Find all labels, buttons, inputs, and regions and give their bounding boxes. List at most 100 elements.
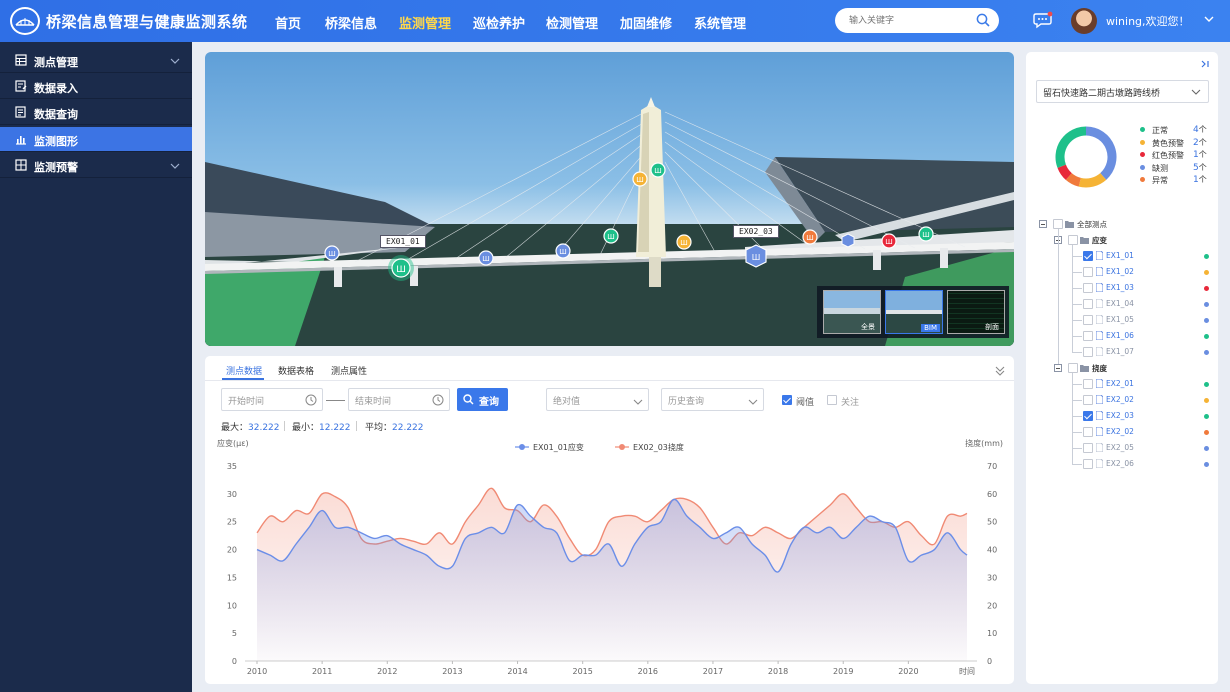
divider [284,421,285,431]
chevron-down-icon[interactable] [170,161,180,172]
tree-checkbox[interactable] [1083,315,1093,325]
marker-label: EX01_01 [380,235,426,248]
sensor-marker[interactable]: Ш [881,233,897,249]
top-bar: 桥梁信息管理与健康监测系统 首页 桥梁信息 监测管理 巡检养护 检测管理 加固维… [0,0,1230,42]
tree-checkbox[interactable] [1068,363,1078,373]
x-tick-label: 2015 [573,667,593,676]
tab-point-attributes[interactable]: 测点属性 [331,364,367,377]
nav-item-repair[interactable]: 加固维修 [620,13,672,32]
legend-label: EX02_03挠度 [633,442,684,452]
tree-connector [1072,288,1082,289]
chevron-down-icon [748,397,758,408]
sensor-marker[interactable]: Ш [918,226,934,242]
nav-item-monitoring[interactable]: 监测管理 [399,13,451,32]
follow-checkbox[interactable] [827,395,837,405]
search-input[interactable] [849,12,969,29]
svg-text:Ш: Ш [752,253,761,262]
tree-collapse-toggle[interactable] [1039,220,1047,228]
sensor-marker[interactable]: Ш [324,245,340,261]
sensor-marker[interactable]: Ш [745,244,767,268]
legend-count: 2个 [1193,137,1207,148]
bridge-3d-view[interactable]: Ш Ш Ш Ш Ш Ш Ш Ш Ш Ш Ш Ш EX01_01 EX02_03 … [205,52,1014,346]
legend-label: 异常 [1152,176,1168,185]
tree-collapse-toggle[interactable] [1054,364,1062,372]
message-icon[interactable] [1033,11,1053,32]
tree-connector [1072,416,1082,417]
tree-checkbox[interactable] [1083,395,1093,405]
tree-checkbox[interactable] [1083,411,1093,421]
tree-checkbox[interactable] [1083,427,1093,437]
sidebar-item-monitoring-alarm[interactable]: 监测预警 [0,153,192,178]
sidebar-item-point-management[interactable]: 测点管理 [0,48,192,73]
value-type-select[interactable]: 绝对值 [546,388,649,411]
bridge-select[interactable]: 留石快速路二期古墩路跨线桥 [1036,80,1209,103]
sensor-marker[interactable]: Ш [632,171,648,187]
user-greeting[interactable]: wining,欢迎您！ [1106,13,1190,29]
tree-checkbox[interactable] [1083,443,1093,453]
sidebar-item-label: 监测预警 [34,161,78,174]
collapse-panel-icon[interactable] [1200,59,1210,72]
file-icon [1096,443,1103,452]
legend-item[interactable]: EX02_03挠度 [615,442,684,452]
y-left-tick-label: 25 [227,518,237,527]
sidebar-item-monitoring-chart[interactable]: 监测图形 [0,127,192,152]
sensor-marker[interactable]: Ш [603,228,619,244]
status-dot [1204,254,1209,259]
tree-checkbox[interactable] [1083,379,1093,389]
file-icon [1096,267,1103,276]
y-left-axis-title: 应变(με) [217,438,249,448]
collapse-icon[interactable] [995,366,1005,379]
tree-checkbox[interactable] [1083,459,1093,469]
svg-text:Ш: Ш [328,250,336,258]
status-dot [1204,430,1209,435]
nav-item-system[interactable]: 系统管理 [694,13,746,32]
tree-checkbox[interactable] [1068,235,1078,245]
start-time-field[interactable]: 开始时间 [221,388,323,411]
tree-checkbox[interactable] [1083,299,1093,309]
tab-point-data[interactable]: 测点数据 [226,364,262,377]
stat-avg: 平均：22.222 [365,423,424,433]
sensor-marker[interactable]: Ш [388,255,414,281]
sensor-marker[interactable]: Ш [555,243,571,259]
history-select[interactable]: 历史查询 [661,388,764,411]
y-left-tick-label: 10 [227,601,237,610]
legend-label: 正常 [1152,126,1168,135]
tree-checkbox[interactable] [1083,331,1093,341]
tab-data-table[interactable]: 数据表格 [278,364,314,377]
folder-icon [1080,365,1089,372]
nav-item-inspection[interactable]: 巡检养护 [473,13,525,32]
sidebar-item-data-entry[interactable]: 数据录入 [0,74,192,99]
sensor-marker[interactable] [841,233,855,248]
nav-item-home[interactable]: 首页 [275,13,301,32]
tree-checkbox[interactable] [1083,267,1093,277]
svg-text:Ш: Ш [482,255,490,263]
status-dot [1204,462,1209,467]
marker-label: EX02_03 [733,225,779,238]
sensor-marker[interactable]: Ш [802,229,818,245]
legend-item[interactable]: EX01_01应变 [515,442,584,452]
thumb-section[interactable]: 剖面 [947,290,1005,334]
avatar[interactable] [1071,8,1097,34]
chevron-down-icon[interactable] [1204,15,1214,26]
y-right-tick-label: 40 [987,546,997,555]
thumb-panorama[interactable]: 全景 [823,290,881,334]
tree-checkbox[interactable] [1053,219,1063,229]
x-tick-label: 2020 [898,667,918,676]
y-right-tick-label: 70 [987,462,997,471]
sensor-marker[interactable]: Ш [676,234,692,250]
sidebar-item-data-query[interactable]: 数据查询 [0,100,192,125]
sensor-marker[interactable]: Ш [478,250,494,266]
threshold-checkbox[interactable] [782,395,792,405]
tree-checkbox[interactable] [1083,283,1093,293]
chevron-down-icon[interactable] [170,56,180,67]
nav-item-bridge-info[interactable]: 桥梁信息 [325,13,377,32]
tree-checkbox[interactable] [1083,347,1093,357]
search-icon[interactable] [976,13,990,30]
status-dot [1204,286,1209,291]
nav-item-testing[interactable]: 检测管理 [546,13,598,32]
query-button[interactable]: 查询 [457,388,508,411]
sensor-marker[interactable]: Ш [650,162,666,178]
end-time-field[interactable]: 结束时间 [348,388,450,411]
thumb-bim[interactable]: BIM [885,290,943,334]
tree-checkbox[interactable] [1083,251,1093,261]
